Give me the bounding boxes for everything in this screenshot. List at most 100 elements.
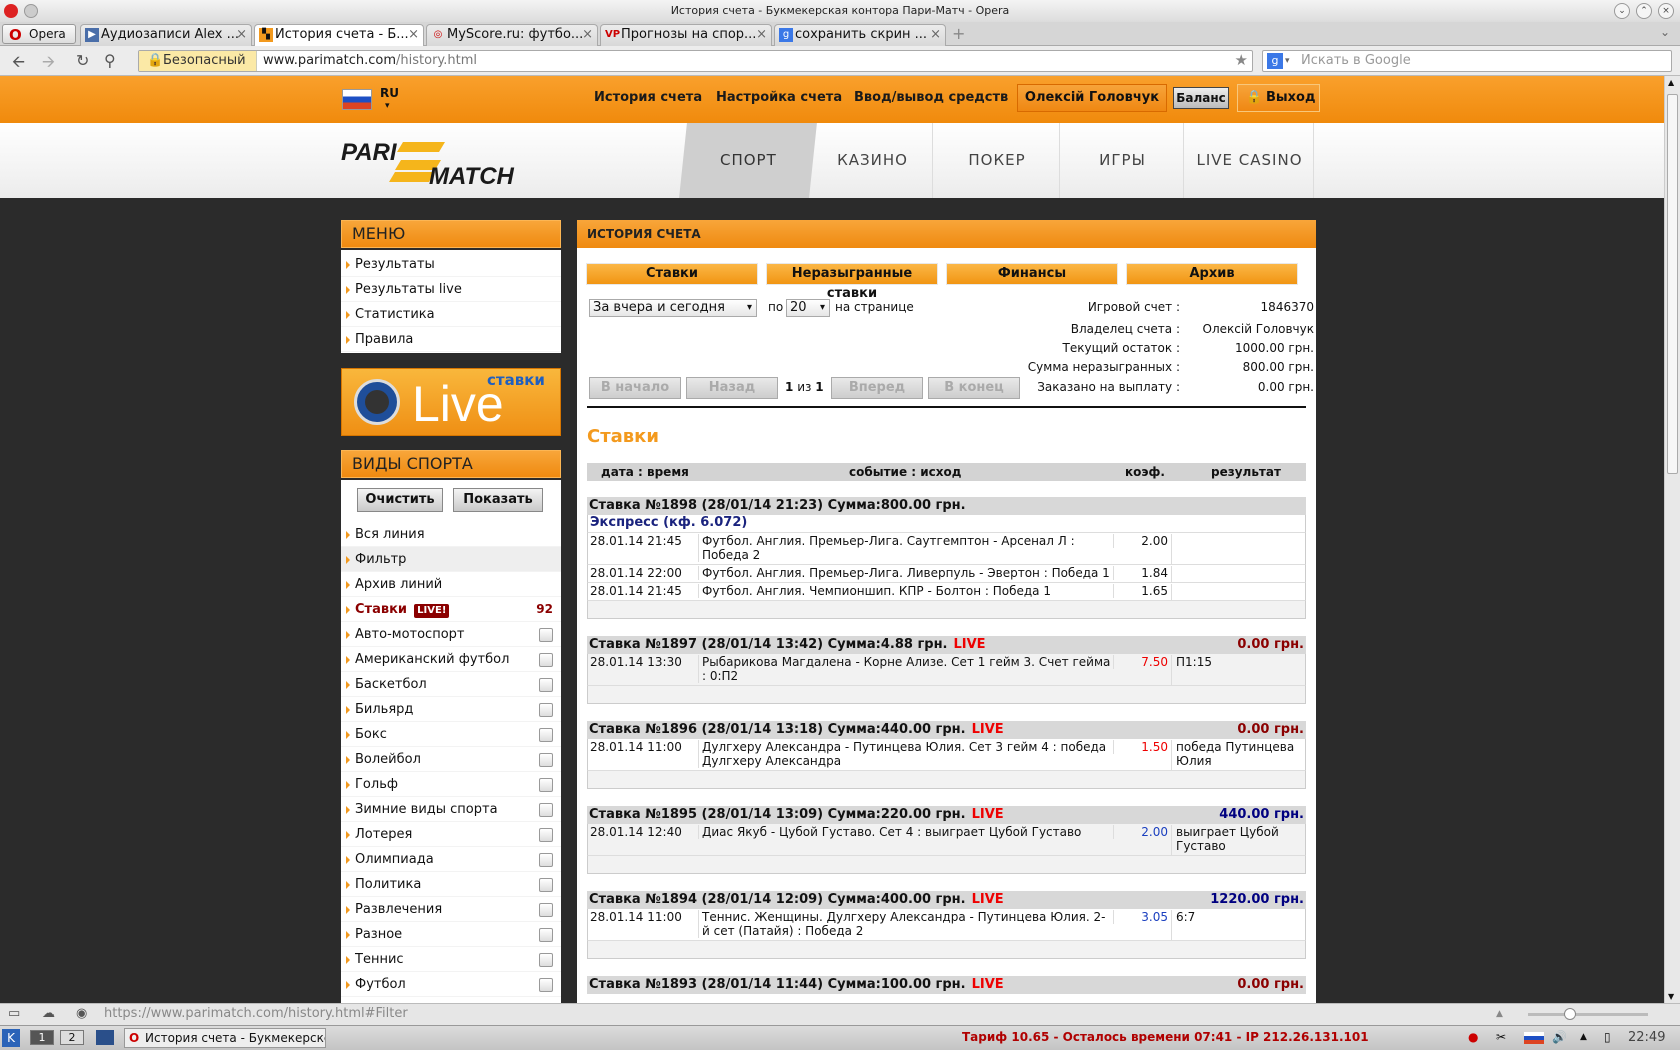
sport-item[interactable]: Бокс (341, 722, 561, 747)
sports-item-archive[interactable]: Архив линий (341, 572, 561, 597)
close-icon[interactable]: × (1658, 3, 1674, 19)
menu-item-statistics[interactable]: Статистика (341, 302, 561, 327)
tab-live-casino[interactable]: LIVE CASINO (1186, 123, 1314, 198)
forward-icon[interactable]: 🡪 (42, 51, 55, 78)
opera-tray-icon[interactable]: ● (1468, 1026, 1478, 1049)
menu-item-live-results[interactable]: Результаты live (341, 277, 561, 302)
tab-list-icon[interactable]: ⌄ (1660, 25, 1670, 39)
desktop-1-button[interactable]: 1 (30, 1030, 54, 1045)
sport-item[interactable]: Олимпиада (341, 847, 561, 872)
sport-item[interactable]: Авто-мотоспорт (341, 622, 561, 647)
archive-button[interactable]: Архив (1126, 263, 1298, 285)
sport-item[interactable]: Разное (341, 922, 561, 947)
sport-item[interactable]: Лотерея (341, 822, 561, 847)
new-tab-icon[interactable]: + (952, 24, 965, 43)
search-input[interactable]: g ▾ Искать в Google (1262, 50, 1672, 72)
sport-item[interactable]: Баскетбол (341, 672, 561, 697)
sport-checkbox[interactable] (539, 953, 553, 967)
language-dropdown-icon[interactable]: ▾ (385, 101, 390, 111)
sport-item[interactable]: Теннис (341, 947, 561, 972)
url-field[interactable]: 🔒 Безопасный www.parimatch.com/history.ht… (138, 50, 1253, 72)
sport-item[interactable]: Американский футбол (341, 647, 561, 672)
sport-checkbox[interactable] (539, 703, 553, 717)
desktop-2-button[interactable]: 2 (60, 1030, 84, 1045)
sport-checkbox[interactable] (539, 928, 553, 942)
sport-checkbox[interactable] (539, 878, 553, 892)
sports-item-all-line[interactable]: Вся линия (341, 522, 561, 547)
show-button[interactable]: Показать (453, 488, 543, 512)
parimatch-logo[interactable]: PARI MATCH (341, 138, 531, 186)
bookmark-star-icon[interactable]: ★ (1235, 51, 1248, 69)
sport-item[interactable]: Волейбол (341, 747, 561, 772)
sport-checkbox[interactable] (539, 828, 553, 842)
panel-toggle-icon[interactable]: ▭ (8, 1004, 20, 1024)
scroll-down-icon[interactable]: ▼ (1668, 992, 1674, 1001)
speed-dial-icon[interactable]: ◉ (76, 1004, 87, 1024)
scissors-icon[interactable]: ✂ (1496, 1026, 1506, 1049)
link-account-history[interactable]: История счета (594, 90, 702, 105)
live-bets-banner[interactable]: ставки Live (341, 368, 561, 436)
sport-checkbox[interactable] (539, 978, 553, 992)
tab-history[interactable]: ▚ История счета - Б... × (254, 24, 424, 46)
secure-badge[interactable]: 🔒 Безопасный (139, 51, 257, 71)
back-icon[interactable]: 🡨 (12, 51, 25, 78)
close-tab-icon[interactable]: × (582, 25, 593, 45)
keyboard-layout-flag-icon[interactable] (1524, 1032, 1544, 1044)
tray-expand-icon[interactable]: ▲ (1580, 1026, 1587, 1049)
balance-button[interactable]: Баланс (1173, 87, 1229, 109)
page-size-select[interactable]: 20 ▾ (786, 299, 830, 317)
sport-item[interactable]: Зимние виды спорта (341, 797, 561, 822)
sport-checkbox[interactable] (539, 753, 553, 767)
volume-icon[interactable]: 🔊 (1552, 1026, 1567, 1049)
sport-item[interactable]: Политика (341, 872, 561, 897)
first-page-button[interactable]: В начало (589, 377, 681, 399)
tab-forecasts[interactable]: VP Прогнозы на спор... × (600, 24, 772, 46)
sport-checkbox[interactable] (539, 728, 553, 742)
google-search-icon[interactable]: g (1267, 53, 1283, 69)
tab-sport[interactable]: СПОРТ (679, 123, 817, 198)
key-icon[interactable]: ⚲ (104, 51, 116, 70)
tab-poker[interactable]: ПОКЕР (935, 123, 1060, 198)
unplayed-bets-button[interactable]: Неразыгранные ставки (766, 263, 938, 301)
link-deposit-withdraw[interactable]: Ввод/вывод средств (854, 90, 1008, 105)
tab-games[interactable]: ИГРЫ (1062, 123, 1184, 198)
tab-audio[interactable]: ▶ Аудиозаписи Alex ... × (80, 24, 252, 46)
search-engine-dropdown-icon[interactable]: ▾ (1285, 51, 1290, 71)
menu-item-results[interactable]: Результаты (341, 252, 561, 277)
scroll-up-icon[interactable]: ▲ (1668, 78, 1674, 87)
sport-checkbox[interactable] (539, 778, 553, 792)
link-account-settings[interactable]: Настройка счета (716, 90, 842, 105)
next-page-button[interactable]: Вперед (831, 377, 923, 399)
close-tab-icon[interactable]: × (236, 25, 247, 45)
finance-button[interactable]: Финансы (946, 263, 1118, 285)
menu-item-rules[interactable]: Правила (341, 327, 561, 352)
zoom-out-icon[interactable]: ▲ (1496, 1004, 1503, 1024)
sport-item[interactable]: Бильярд (341, 697, 561, 722)
minimize-icon[interactable]: ⌄ (1614, 3, 1630, 19)
sport-checkbox[interactable] (539, 903, 553, 917)
language-selector[interactable]: RU (380, 86, 399, 100)
period-select[interactable]: За вчера и сегодня ▾ (589, 299, 757, 317)
clear-button[interactable]: Очистить (357, 488, 443, 512)
sport-checkbox[interactable] (539, 678, 553, 692)
sport-checkbox[interactable] (539, 653, 553, 667)
tab-myscore[interactable]: ◎ MyScore.ru: футбо... × (426, 24, 598, 46)
sports-item-bets[interactable]: Ставки LIVE! 92 (341, 597, 561, 622)
opera-menu-button[interactable]: O Opera (2, 24, 76, 44)
battery-icon[interactable]: ▯ (1604, 1026, 1611, 1049)
prev-page-button[interactable]: Назад (686, 377, 778, 399)
close-tab-icon[interactable]: × (930, 25, 941, 45)
reload-icon[interactable]: ↻ (76, 51, 89, 70)
scrollbar-thumb[interactable] (1667, 94, 1678, 474)
sport-item[interactable]: Гольф (341, 772, 561, 797)
tab-casino[interactable]: КАЗИНО (813, 123, 933, 198)
close-tab-icon[interactable]: × (756, 25, 767, 45)
zoom-slider[interactable] (1528, 1008, 1648, 1020)
russia-flag-icon[interactable] (342, 89, 372, 110)
sports-item-filter[interactable]: Фильтр (341, 547, 561, 572)
zoom-slider-thumb[interactable] (1564, 1008, 1576, 1020)
cloud-icon[interactable]: ☁ (42, 1004, 55, 1024)
tab-google[interactable]: g сохранить скрин ... × (774, 24, 946, 46)
sport-item[interactable]: Футбол (341, 972, 561, 997)
sport-checkbox[interactable] (539, 853, 553, 867)
